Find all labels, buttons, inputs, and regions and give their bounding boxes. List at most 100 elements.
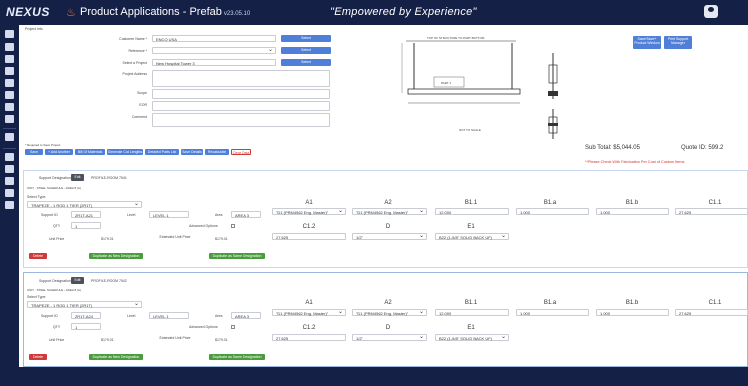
param-label-b11: B1.1 bbox=[464, 300, 478, 306]
detailed-parts-list-button[interactable]: Detailed Parts List bbox=[145, 149, 179, 155]
param-e1-select[interactable]: B22 (1-5/8" SOLID BACK UF) bbox=[435, 232, 509, 240]
param-b1b-field[interactable]: 1.000 bbox=[596, 309, 669, 316]
export-icon[interactable] bbox=[5, 201, 14, 209]
param-label-b1b: B1.b bbox=[625, 300, 639, 306]
customer-select-button[interactable]: Select bbox=[281, 35, 331, 42]
param-label-d: D bbox=[385, 224, 391, 230]
project-field[interactable]: New Hospital Tower 3 bbox=[152, 59, 276, 66]
support-id-label: Support ID bbox=[41, 213, 58, 217]
area-label: Area bbox=[215, 314, 223, 318]
duplicate-new-button[interactable]: Duplicate as New Designation bbox=[89, 253, 143, 259]
select-project-label: Select a Project bbox=[122, 61, 147, 65]
param-label-a1: A1 bbox=[305, 200, 313, 206]
unit-price-label: Unit Price bbox=[49, 338, 65, 342]
support-drawing bbox=[401, 40, 558, 139]
param-e1-select[interactable]: B22 (1-5/8" SOLID BACK UF) bbox=[435, 333, 509, 341]
param-label-b1b: B1.b bbox=[625, 200, 639, 206]
param-c12-field[interactable]: 27.625 bbox=[272, 233, 346, 240]
param-a1-select[interactable]: "D1 (PRM4562 Eng. Master)" bbox=[272, 308, 346, 316]
top-bar: NEXUS ♨ Product Applications - Prefab v23… bbox=[0, 0, 748, 25]
tools-icon[interactable] bbox=[5, 79, 14, 87]
file-icon[interactable] bbox=[5, 103, 14, 111]
user-account-icon[interactable] bbox=[704, 5, 718, 18]
document-icon[interactable] bbox=[5, 165, 14, 173]
folder-icon[interactable] bbox=[5, 153, 14, 161]
area-field[interactable]: AREA 3 bbox=[231, 211, 261, 218]
support-manager-button[interactable]: Print Support Manager bbox=[664, 36, 692, 49]
comment-field[interactable] bbox=[152, 113, 330, 127]
home-icon[interactable] bbox=[5, 30, 14, 38]
param-label-e1: E1 bbox=[467, 325, 475, 331]
duplicate-same-button[interactable]: Duplicate as Same Designation bbox=[209, 253, 265, 259]
support-subtitle: UNIT - STEEL SCHEDULE - AREA 8 (A) bbox=[27, 288, 82, 292]
support-type-select[interactable]: TRAPEZE - 1 ROD 1 TIER (2R1T) bbox=[27, 300, 142, 308]
level-field[interactable]: LEVEL 1 bbox=[149, 211, 189, 218]
qty-field[interactable]: 1 bbox=[71, 222, 101, 229]
list-icon[interactable] bbox=[5, 133, 14, 141]
param-a2-select[interactable]: "D1 (PRM4562 Eng. Master)" bbox=[352, 207, 427, 215]
param-d-select[interactable]: 1/2" bbox=[352, 232, 427, 240]
level-field[interactable]: LEVEL 1 bbox=[149, 312, 189, 319]
calendar-icon[interactable] bbox=[5, 91, 14, 99]
generate-cut-lengths-button[interactable]: Generate Cut Lengths bbox=[107, 149, 143, 155]
param-label-d: D bbox=[385, 325, 391, 331]
qty-field[interactable]: 1 bbox=[71, 323, 101, 330]
clear-data-button[interactable]: Clear Data bbox=[231, 149, 251, 155]
app-title: Product Applications - Prefab v23.05.10 bbox=[80, 6, 250, 18]
grid-icon[interactable] bbox=[5, 55, 14, 63]
param-a2-select[interactable]: "D1 (PRM4562 Eng. Master)" bbox=[352, 308, 427, 316]
reference-label: Reference * bbox=[128, 49, 147, 53]
param-b1a-field[interactable]: 1.000 bbox=[516, 309, 589, 316]
scope-label: Scope bbox=[137, 91, 147, 95]
param-b1a-field[interactable]: 1.000 bbox=[516, 208, 589, 215]
save-button[interactable]: Save bbox=[25, 149, 43, 155]
edit-designation-button[interactable]: Edit bbox=[71, 277, 84, 284]
project-select-button[interactable]: Select bbox=[281, 59, 331, 66]
add-another-button[interactable]: + Add Another bbox=[45, 149, 73, 155]
param-c11-field[interactable]: 27.625 bbox=[675, 208, 748, 215]
save-details-button[interactable]: Save Details bbox=[181, 149, 203, 155]
param-d-select[interactable]: 1/2" bbox=[352, 333, 427, 341]
bill-of-materials-button[interactable]: Bill Of Materials bbox=[75, 149, 105, 155]
menu-icon[interactable] bbox=[5, 43, 14, 51]
duplicate-same-button[interactable]: Duplicate as Same Designation bbox=[209, 354, 265, 360]
eor-field[interactable] bbox=[152, 101, 330, 111]
support-id-field[interactable]: 2R1T-A21 bbox=[71, 211, 101, 218]
report-icon[interactable] bbox=[5, 177, 14, 185]
support-type-select[interactable]: TRAPEZE - 1 ROD 1 TIER (2R1T) bbox=[27, 200, 142, 208]
param-label-b1a: B1.a bbox=[543, 200, 557, 206]
advanced-options-checkbox[interactable] bbox=[231, 224, 235, 228]
param-a1-select[interactable]: "D1 (PRM4562 Eng. Master)" bbox=[272, 207, 346, 215]
project-address-field[interactable] bbox=[152, 70, 330, 87]
unit-price-label: Unit Price bbox=[49, 237, 65, 241]
param-c12-field[interactable]: 27.625 bbox=[272, 334, 346, 341]
delete-support-button[interactable]: Delete bbox=[29, 354, 47, 360]
customer-name-field[interactable]: ENCO USA bbox=[152, 35, 276, 42]
param-b1b-field[interactable]: 1.000 bbox=[596, 208, 669, 215]
comment-label: Comment bbox=[131, 115, 147, 119]
scope-field[interactable] bbox=[152, 89, 330, 99]
param-b11-field[interactable]: 12.000 bbox=[435, 208, 509, 215]
product-window-button[interactable]: Save/Save+ Product Window bbox=[633, 36, 661, 49]
qty-label: QTY bbox=[53, 224, 61, 228]
param-b11-field[interactable]: 12.000 bbox=[435, 309, 509, 316]
settings-icon[interactable] bbox=[5, 115, 14, 123]
drawing-caption-bottom: NOT TO SCALE bbox=[459, 128, 481, 132]
duplicate-new-button[interactable]: Duplicate as New Designation bbox=[89, 354, 143, 360]
advanced-options-checkbox[interactable] bbox=[231, 325, 235, 329]
edit-designation-button[interactable]: Edit bbox=[71, 174, 84, 181]
recalculate-button[interactable]: Recalculate bbox=[205, 149, 229, 155]
param-c11-field[interactable]: 27.625 bbox=[675, 309, 748, 316]
pdf-icon[interactable] bbox=[5, 189, 14, 197]
reference-select-button[interactable]: Select bbox=[281, 47, 331, 54]
reference-select[interactable] bbox=[152, 46, 276, 54]
app-logo[interactable]: NEXUS bbox=[6, 5, 50, 19]
delete-support-button[interactable]: Delete bbox=[29, 253, 47, 259]
designation-value: PROFILE-ROOM 7541 bbox=[91, 176, 127, 180]
level-label: Level bbox=[127, 213, 136, 217]
print-icon[interactable] bbox=[5, 67, 14, 75]
extended-price-value: $179.01 bbox=[215, 237, 228, 241]
support-id-field[interactable]: 2R1T-A24 bbox=[71, 312, 101, 319]
customer-name-label: Customer Name * bbox=[119, 37, 147, 41]
area-field[interactable]: AREA 3 bbox=[231, 312, 261, 319]
